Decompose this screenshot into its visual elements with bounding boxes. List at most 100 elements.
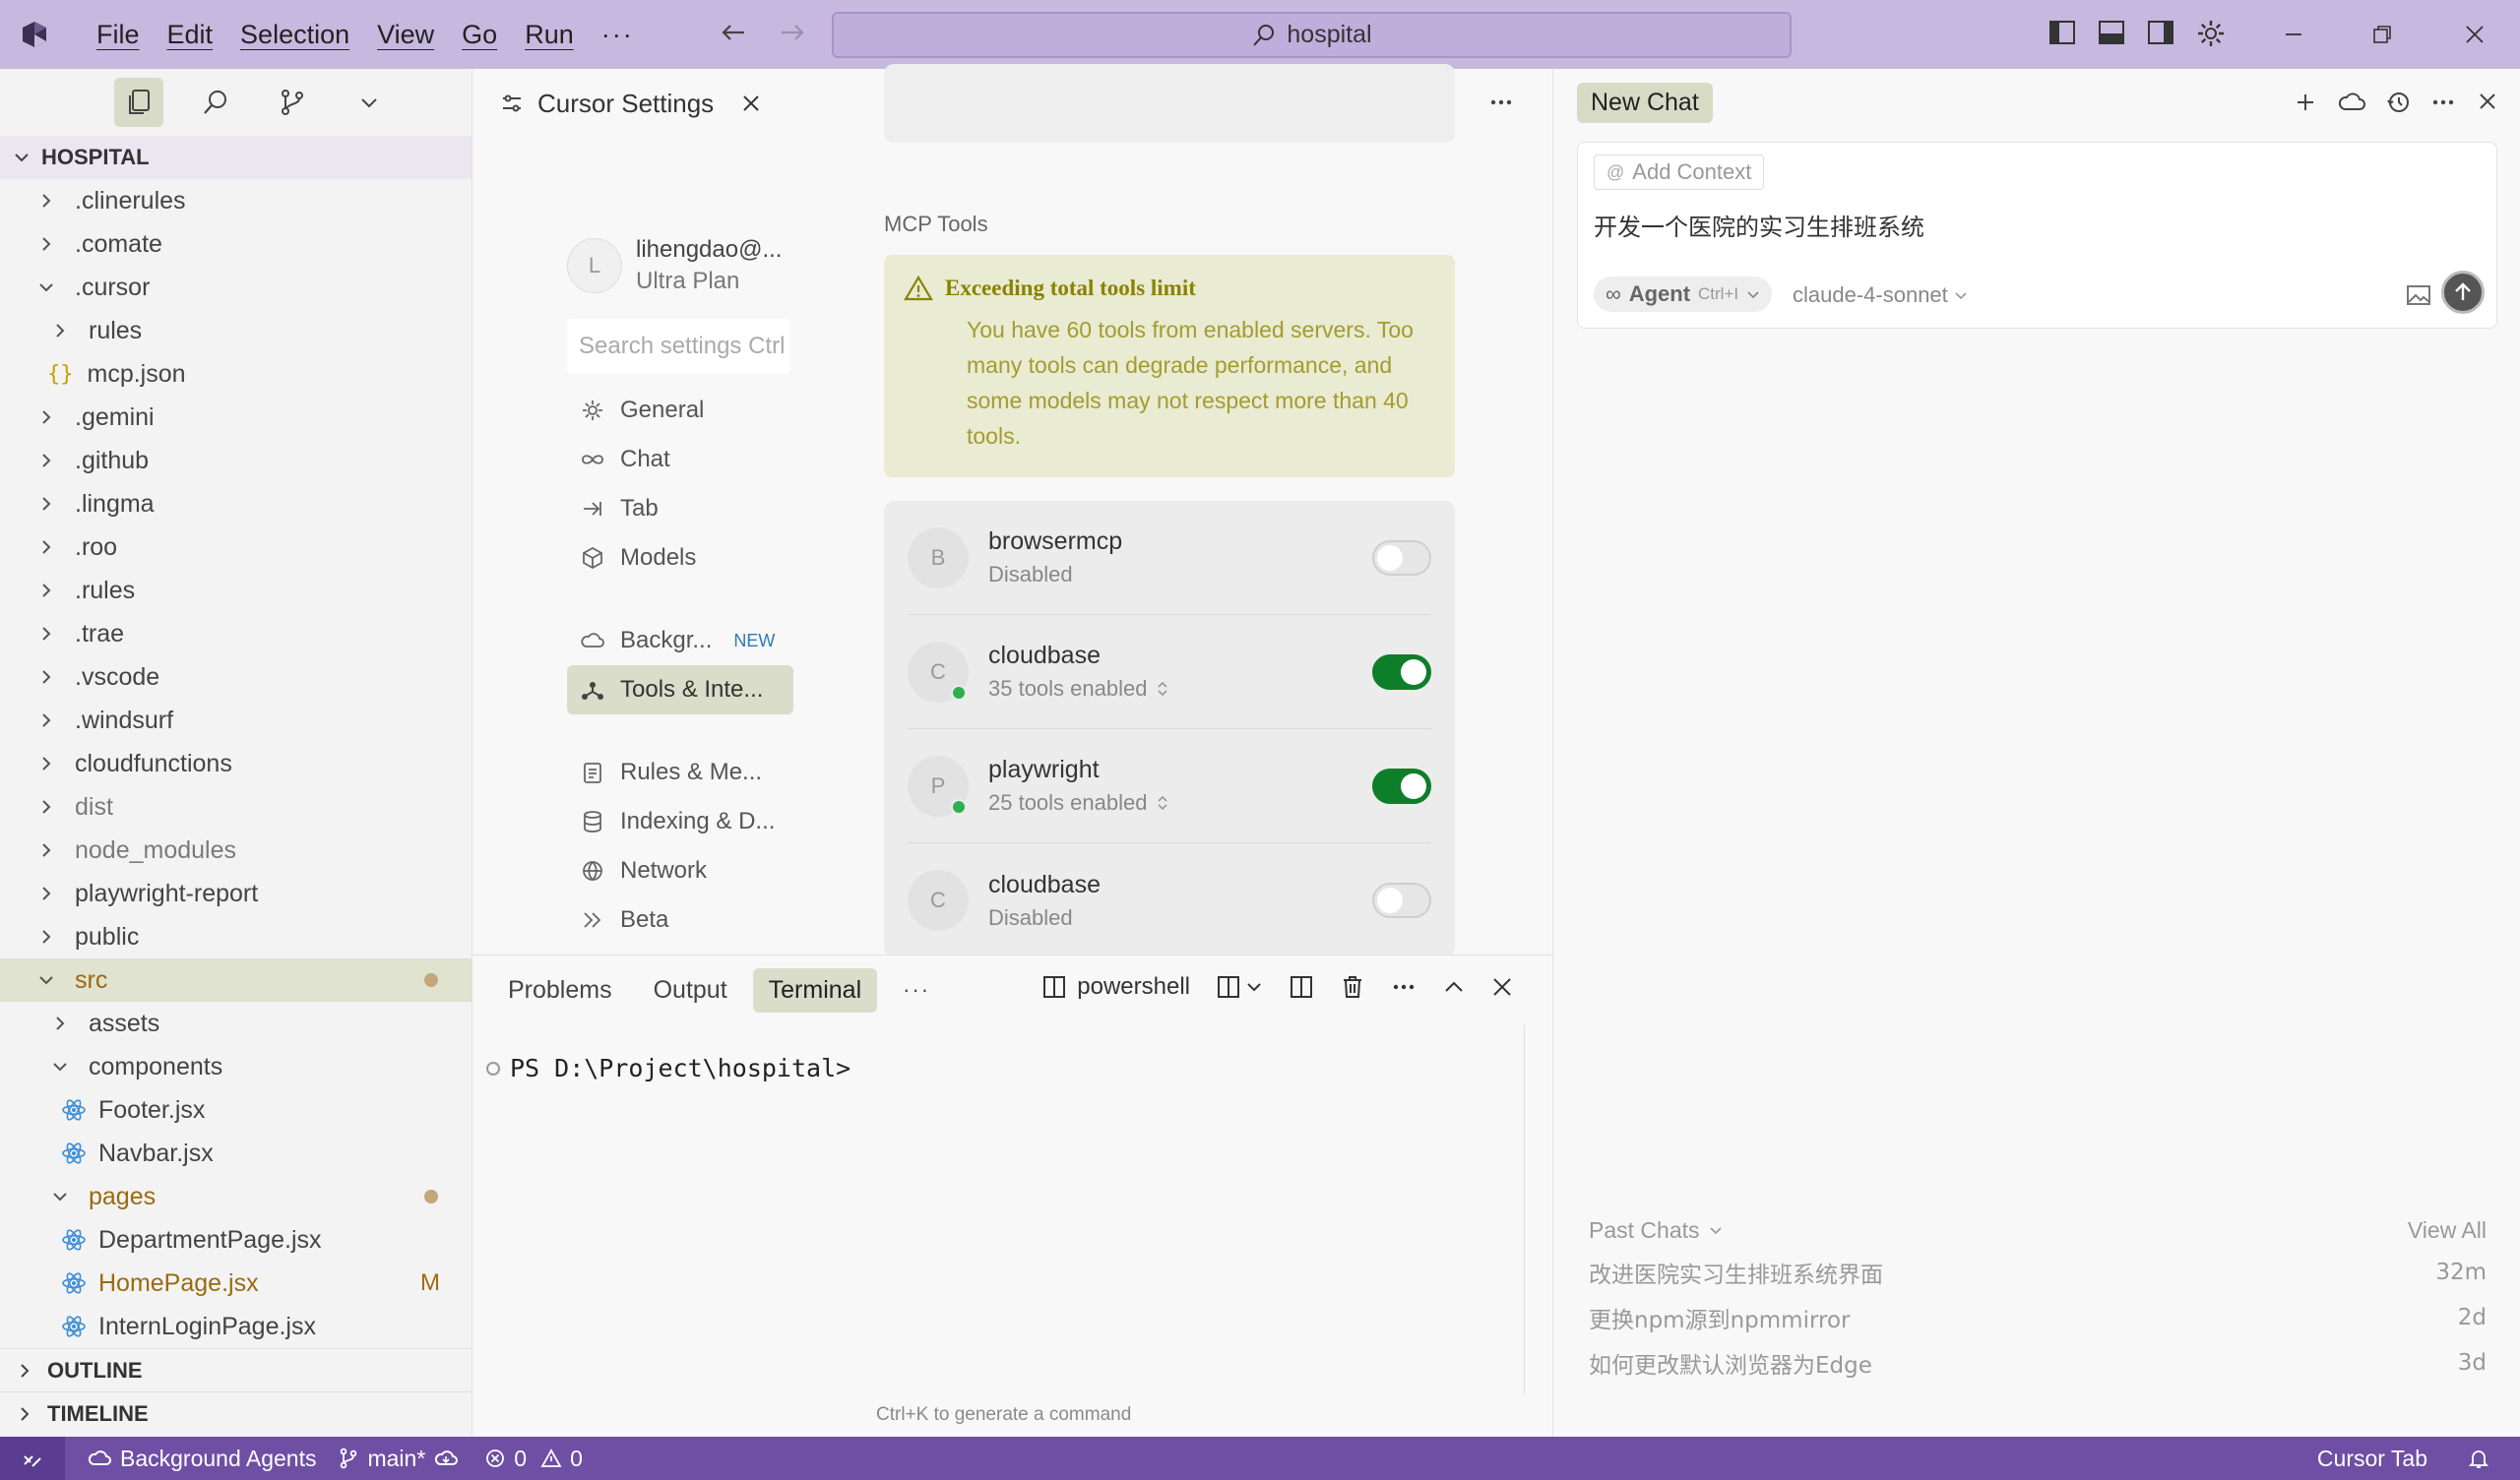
tree-folder[interactable]: .comate (0, 222, 472, 266)
cursor-tab-status[interactable]: Cursor Tab (2317, 1446, 2427, 1472)
tree-file[interactable]: DepartmentPage.jsx (0, 1218, 472, 1262)
explorer-root-header[interactable]: HOSPITAL (0, 136, 472, 179)
back-arrow-icon[interactable] (719, 18, 748, 47)
toggle-panel-icon[interactable] (2097, 18, 2126, 49)
tree-file[interactable]: Navbar.jsx (0, 1132, 472, 1175)
tree-file[interactable]: HomePage.jsx M (0, 1262, 472, 1305)
restore-window-icon[interactable] (2353, 14, 2412, 55)
settings-nav-item[interactable]: Beta (567, 895, 793, 945)
agent-mode-selector[interactable]: ∞ Agent Ctrl+I (1594, 277, 1773, 312)
tree-folder[interactable]: playwright-report (0, 872, 472, 915)
tree-folder[interactable]: pages (0, 1175, 472, 1218)
send-button[interactable] (2441, 271, 2485, 314)
settings-nav-item[interactable]: Tools & Inte... (567, 665, 793, 714)
tree-folder[interactable]: .rules (0, 569, 472, 612)
tool-status[interactable]: 25 tools enabled (988, 790, 1170, 816)
tree-folder[interactable]: .github (0, 439, 472, 482)
tab-terminal[interactable]: Terminal (752, 967, 878, 1013)
more-actions-icon[interactable] (1391, 974, 1417, 1000)
split-pane-icon[interactable] (1289, 974, 1314, 1000)
settings-search-input[interactable]: Search settings Ctrl (567, 319, 789, 374)
source-control-icon[interactable] (268, 78, 317, 127)
view-all-link[interactable]: View All (2408, 1217, 2487, 1244)
remote-indicator[interactable] (0, 1437, 65, 1480)
tree-file[interactable]: Footer.jsx (0, 1088, 472, 1132)
forward-arrow-icon[interactable] (778, 18, 807, 47)
past-chat-item[interactable]: 如何更改默认浏览器为Edge 3d (1589, 1340, 2487, 1386)
tree-folder[interactable]: node_modules (0, 829, 472, 872)
more-actions-icon[interactable] (1487, 89, 1515, 116)
tab-output[interactable]: Output (638, 968, 743, 1013)
past-chat-item[interactable]: 改进医院实习生排班系统界面 32m (1589, 1250, 2487, 1295)
command-center-search[interactable]: hospital (832, 12, 1792, 58)
tree-folder[interactable]: cloudfunctions (0, 742, 472, 785)
image-attach-icon[interactable] (2406, 284, 2431, 306)
chat-input-text[interactable]: 开发一个医院的实习生排班系统 (1594, 208, 1924, 242)
search-view-icon[interactable] (191, 78, 240, 127)
terminal-shell-selector[interactable]: powershell (1041, 973, 1190, 1001)
settings-nav-item[interactable]: Tab (567, 484, 793, 533)
tree-folder[interactable]: src (0, 958, 472, 1002)
tree-folder[interactable]: .clinerules (0, 179, 472, 222)
menu-go[interactable]: Go (448, 20, 511, 50)
tool-toggle[interactable] (1372, 653, 1431, 690)
toggle-primary-sidebar-icon[interactable] (2048, 18, 2077, 49)
tree-folder[interactable]: .vscode (0, 655, 472, 699)
tree-folder[interactable]: .windsurf (0, 699, 472, 742)
close-icon[interactable] (741, 93, 761, 113)
maximize-panel-icon[interactable] (1442, 975, 1466, 999)
tree-folder[interactable]: dist (0, 785, 472, 829)
more-actions-icon[interactable] (2429, 89, 2457, 116)
tab-new-chat[interactable]: New Chat (1577, 83, 1713, 123)
minimize-window-icon[interactable] (2264, 14, 2323, 55)
chat-composer[interactable]: @ Add Context 开发一个医院的实习生排班系统 ∞ Agent Ctr… (1577, 142, 2497, 329)
tree-folder[interactable]: assets (0, 1002, 472, 1045)
tool-status[interactable]: 35 tools enabled (988, 676, 1170, 702)
tree-folder[interactable]: rules (0, 309, 472, 352)
close-window-icon[interactable] (2445, 14, 2504, 55)
past-chats-toggle[interactable]: Past Chats (1589, 1217, 1724, 1244)
outline-section-header[interactable]: OUTLINE (0, 1348, 472, 1391)
problems-status[interactable]: 0 0 (484, 1446, 583, 1472)
tool-toggle[interactable] (1372, 768, 1431, 804)
new-terminal-dropdown[interactable] (1216, 974, 1263, 1000)
toggle-secondary-sidebar-icon[interactable] (2146, 18, 2175, 49)
tree-file[interactable]: {} mcp.json (0, 352, 472, 396)
settings-nav-item[interactable]: Chat (567, 435, 793, 484)
tree-folder[interactable]: .cursor (0, 266, 472, 309)
tree-folder[interactable]: .gemini (0, 396, 472, 439)
settings-nav-item[interactable]: Rules & Me... (567, 748, 793, 797)
past-chat-item[interactable]: 更换npm源到npmmirror 2d (1589, 1295, 2487, 1340)
settings-gear-icon[interactable] (2195, 18, 2227, 49)
tree-file[interactable]: InternLoginPage.jsx (0, 1305, 472, 1348)
settings-nav-item[interactable]: Network (567, 846, 793, 895)
tool-toggle[interactable] (1372, 883, 1431, 918)
menu-edit[interactable]: Edit (154, 20, 227, 50)
menu-more[interactable]: ··· (588, 20, 648, 50)
menu-file[interactable]: File (83, 20, 154, 50)
menu-run[interactable]: Run (511, 20, 588, 50)
plus-icon[interactable] (2292, 89, 2319, 116)
tree-folder[interactable]: .trae (0, 612, 472, 655)
tab-problems[interactable]: Problems (492, 968, 628, 1013)
bell-icon[interactable] (2467, 1447, 2490, 1470)
menu-view[interactable]: View (363, 20, 448, 50)
cloud-icon[interactable] (2337, 89, 2366, 116)
background-agents-status[interactable]: Background Agents (87, 1446, 316, 1472)
tool-toggle[interactable] (1372, 539, 1431, 576)
settings-nav-item[interactable]: General (567, 386, 793, 435)
tree-folder[interactable]: .lingma (0, 482, 472, 525)
settings-nav-item[interactable]: Models (567, 533, 793, 583)
git-branch-status[interactable]: main* (338, 1446, 459, 1472)
trash-icon[interactable] (1340, 974, 1365, 1000)
chevron-down-icon[interactable] (345, 78, 394, 127)
panel-more-tabs[interactable]: ··· (887, 969, 946, 1011)
menu-selection[interactable]: Selection (226, 20, 363, 50)
history-icon[interactable] (2384, 89, 2412, 116)
timeline-section-header[interactable]: TIMELINE (0, 1391, 472, 1435)
terminal-line[interactable]: PS D:\Project\hospital> (486, 1054, 850, 1082)
model-selector[interactable]: claude-4-sonnet (1793, 282, 1968, 308)
tab-cursor-settings[interactable]: Cursor Settings (500, 69, 761, 138)
close-panel-icon[interactable] (1491, 976, 1513, 998)
add-context-button[interactable]: @ Add Context (1594, 154, 1765, 190)
